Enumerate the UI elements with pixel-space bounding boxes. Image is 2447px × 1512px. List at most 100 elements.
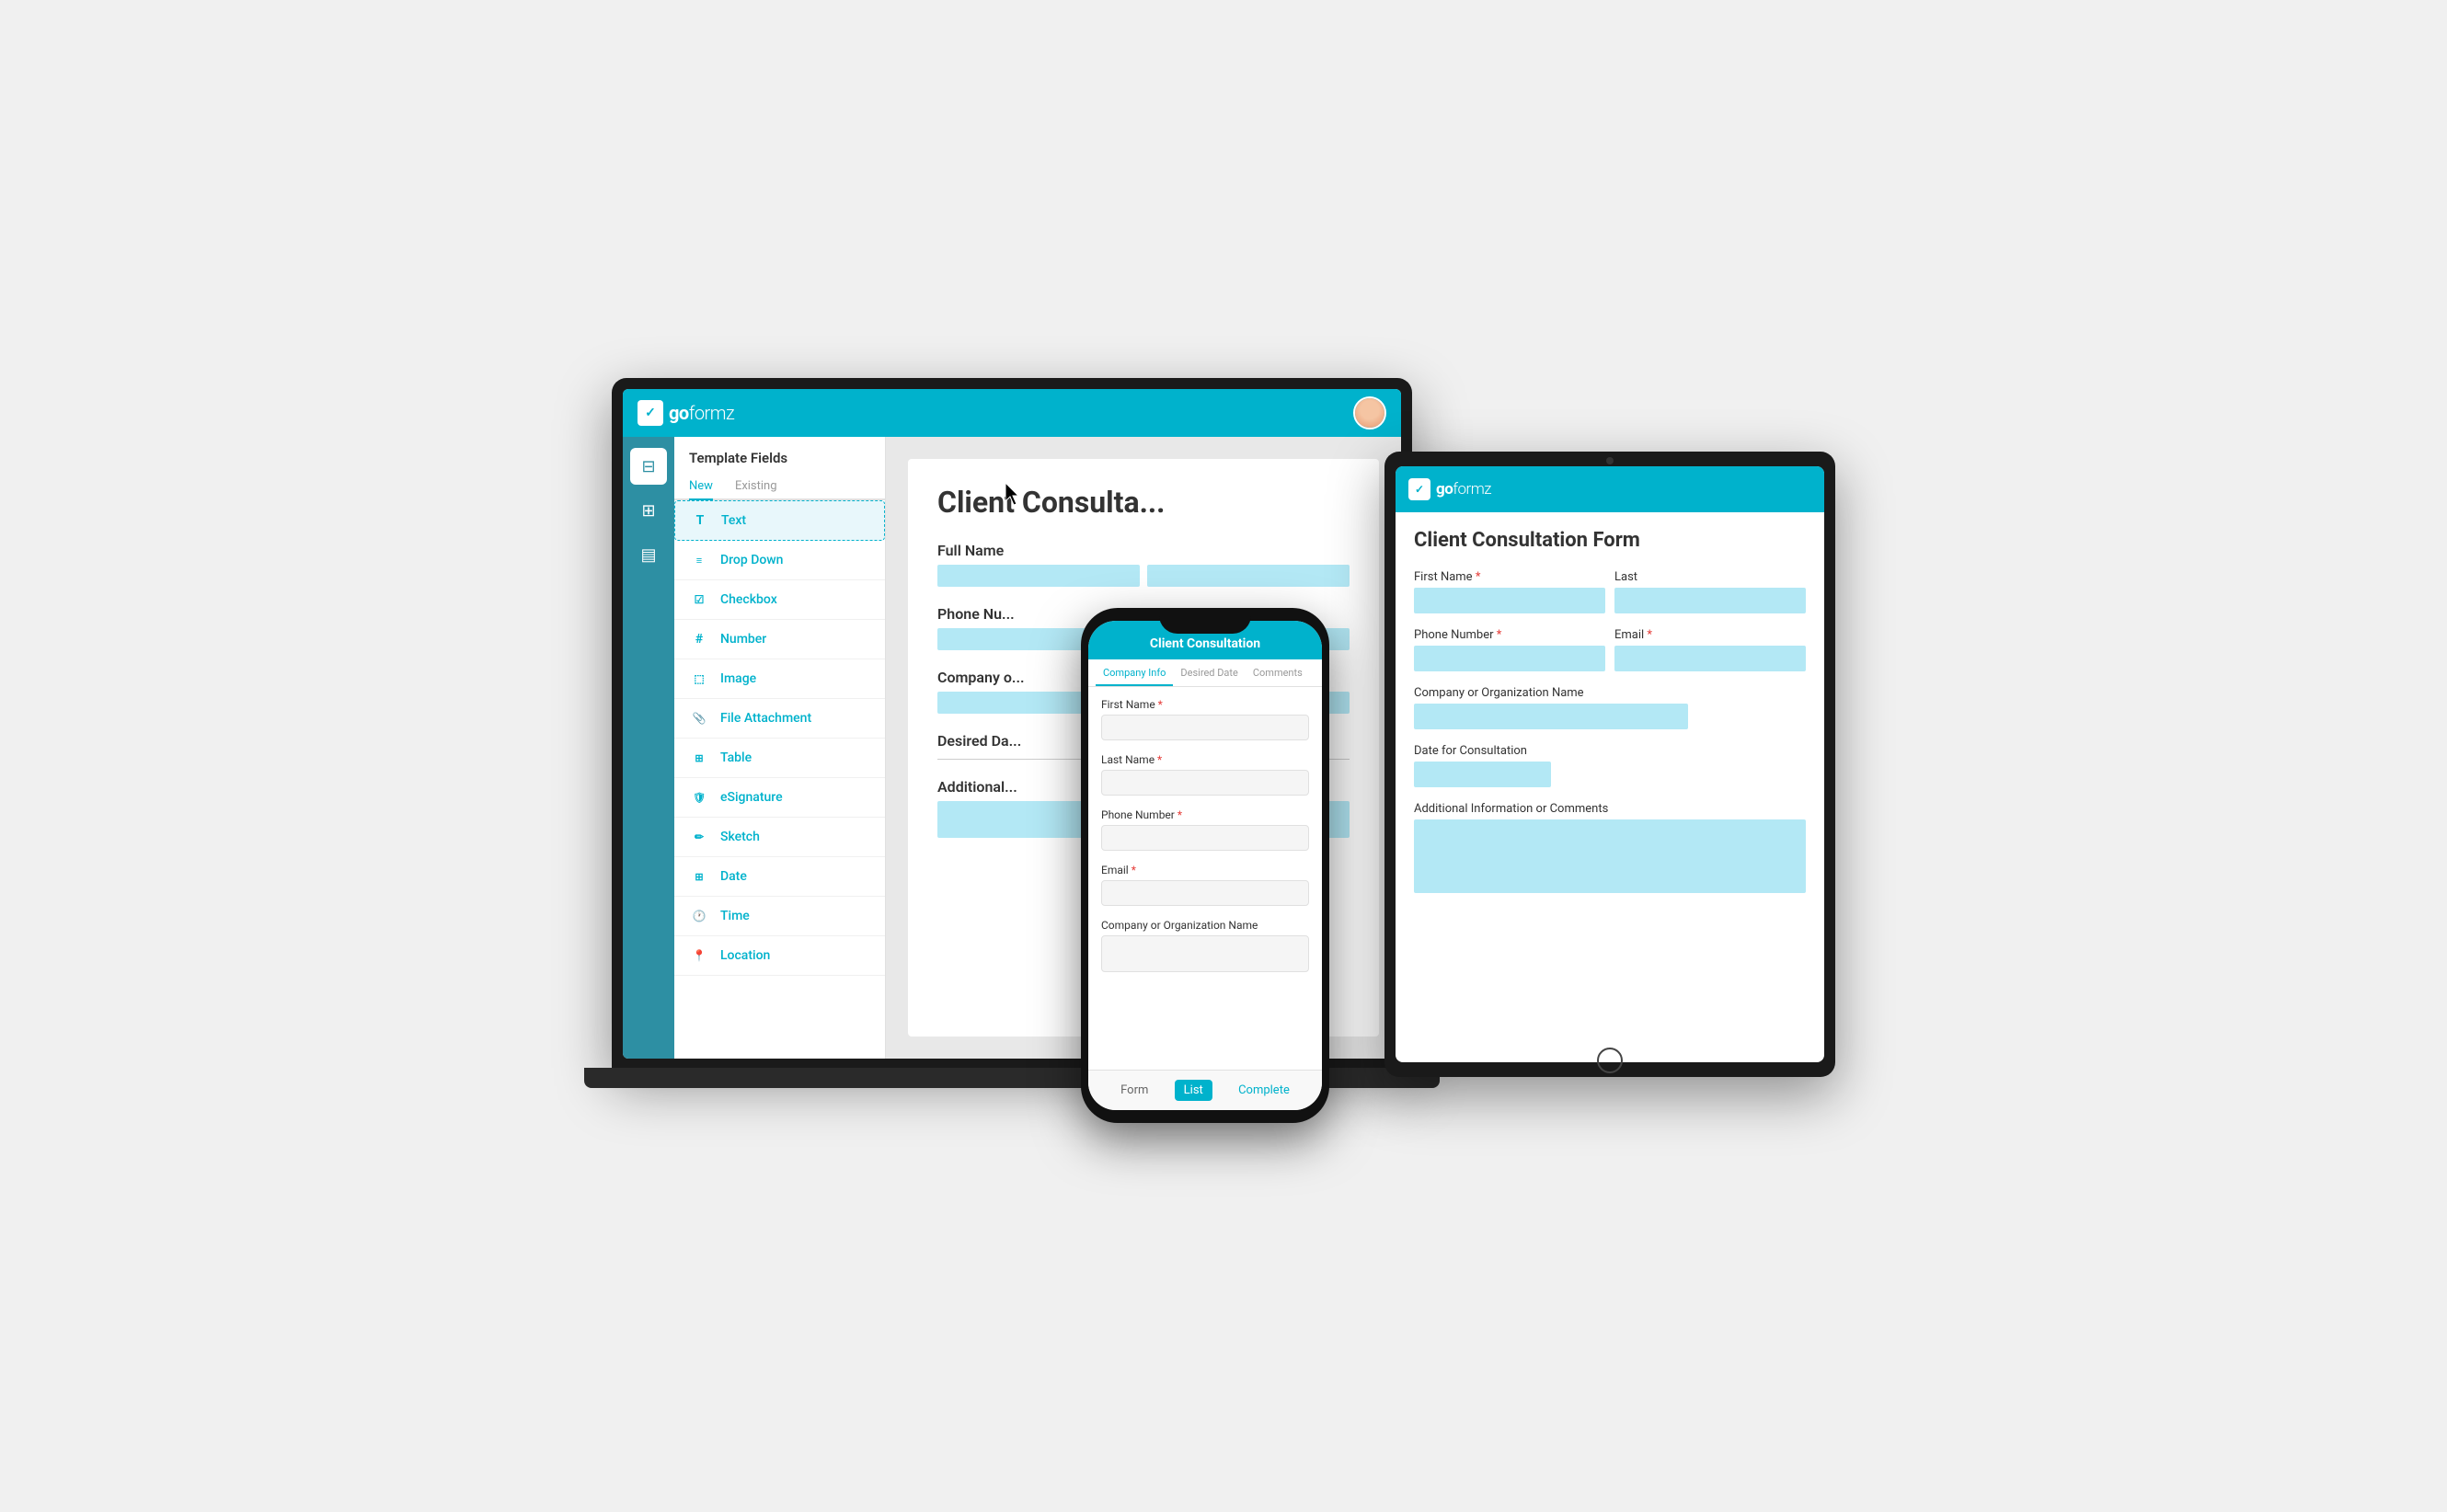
phone-field-lastname: Last Name * <box>1101 753 1309 796</box>
tablet-lastname-label: Last <box>1614 570 1806 584</box>
field-label-date: Date <box>720 869 747 884</box>
tablet-email-input[interactable] <box>1614 646 1806 671</box>
tablet-home[interactable] <box>1597 1048 1623 1073</box>
phone-form: First Name * Last Name * Phone Number * … <box>1088 687 1322 1070</box>
sidebar-icon-forms[interactable]: ⊟ <box>630 448 667 485</box>
field-label-dropdown: Drop Down <box>720 553 783 567</box>
list-button[interactable]: List <box>1175 1080 1212 1101</box>
phone-tab-company[interactable]: Company Info <box>1096 659 1173 686</box>
goformz-logo: ✓ goformz <box>638 400 734 426</box>
phone-screen: Client Consultation Company Info Desired… <box>1088 621 1322 1110</box>
phone-tab-date[interactable]: Desired Date <box>1173 659 1245 686</box>
logo-text: goformz <box>669 402 734 424</box>
tablet-field-email: Email * <box>1614 628 1806 671</box>
field-list: T Text ≡ Drop Down ☑ Checkbox # <box>674 500 885 1059</box>
tablet-field-company: Company or Organization Name <box>1414 686 1806 729</box>
lastname-label: Last Name * <box>1101 753 1309 766</box>
tablet-field-date: Date for Consultation <box>1414 744 1806 787</box>
location-icon: 📍 <box>689 945 709 966</box>
tablet-lastname-input[interactable] <box>1614 588 1806 613</box>
tablet-date-label: Date for Consultation <box>1414 744 1806 758</box>
field-item-esignature[interactable]: 🛡 eSignature <box>674 778 885 818</box>
tablet-logo-text: goformz <box>1436 480 1491 498</box>
field-label-location: Location <box>720 948 770 963</box>
field-item-checkbox[interactable]: ☑ Checkbox <box>674 580 885 620</box>
template-panel: Template Fields New Existing T Text ≡ <box>674 437 886 1059</box>
phonenumber-label: Phone Number * <box>1101 808 1309 821</box>
time-icon: 🕐 <box>689 906 709 926</box>
form-button[interactable]: Form <box>1111 1080 1157 1101</box>
tablet-date-input[interactable] <box>1414 762 1551 787</box>
avatar <box>1353 396 1386 430</box>
phone-field-email: Email * <box>1101 864 1309 906</box>
field-label-checkbox: Checkbox <box>720 592 777 607</box>
tablet-form: Client Consultation Form First Name * La… <box>1396 512 1824 1062</box>
field-item-sketch[interactable]: ✏ Sketch <box>674 818 885 857</box>
tab-new[interactable]: New <box>689 474 713 500</box>
tablet-firstname-input[interactable] <box>1414 588 1605 613</box>
field-label-image: Image <box>720 671 756 686</box>
tablet-firstname-label: First Name * <box>1414 570 1605 584</box>
firstname-label: First Name * <box>1101 698 1309 711</box>
phone-tab-comments[interactable]: Comments <box>1246 659 1310 686</box>
tablet-name-row: First Name * Last <box>1414 570 1806 628</box>
scene: ✓ goformz ⊟ ⊞ ▤ <box>612 378 1835 1134</box>
phone-field-phone: Phone Number * <box>1101 808 1309 851</box>
phonenumber-input[interactable] <box>1101 825 1309 851</box>
field-item-text[interactable]: T Text <box>674 500 885 541</box>
text-icon: T <box>690 510 710 531</box>
email-input[interactable] <box>1101 880 1309 906</box>
field-item-image[interactable]: ⬚ Image <box>674 659 885 699</box>
sketch-icon: ✏ <box>689 827 709 847</box>
phone-topbar-title: Client Consultation <box>1150 636 1260 651</box>
field-item-date[interactable]: ⊞ Date <box>674 857 885 897</box>
form-preview-title: Client Consulta... <box>937 485 1350 520</box>
tablet-company-input[interactable] <box>1414 704 1688 729</box>
panel-title: Template Fields <box>674 437 885 474</box>
date-icon: ⊞ <box>689 866 709 887</box>
tablet-comments-input[interactable] <box>1414 819 1806 893</box>
phone-field-company: Company or Organization Name <box>1101 919 1309 972</box>
tablet-company-label: Company or Organization Name <box>1414 686 1806 700</box>
field-item-table[interactable]: ⊞ Table <box>674 739 885 778</box>
fullname-label: Full Name <box>937 542 1350 559</box>
number-icon: # <box>689 629 709 649</box>
tablet-field-lastname: Last <box>1614 570 1806 613</box>
complete-button[interactable]: Complete <box>1229 1080 1299 1101</box>
field-label-file: File Attachment <box>720 711 811 726</box>
tablet-camera <box>1606 457 1614 464</box>
field-item-number[interactable]: # Number <box>674 620 885 659</box>
logo-icon: ✓ <box>638 400 663 426</box>
field-item-file[interactable]: 📎 File Attachment <box>674 699 885 739</box>
tablet-logo-icon: ✓ <box>1408 478 1430 500</box>
esignature-icon: 🛡 <box>689 787 709 808</box>
cursor <box>1005 483 1024 509</box>
field-item-location[interactable]: 📍 Location <box>674 936 885 976</box>
field-item-time[interactable]: 🕐 Time <box>674 897 885 936</box>
tab-existing[interactable]: Existing <box>735 474 777 500</box>
phone-device: Client Consultation Company Info Desired… <box>1081 608 1329 1123</box>
fullname-last-input[interactable] <box>1147 565 1350 587</box>
avatar-face <box>1355 398 1384 428</box>
fullname-first-input[interactable] <box>937 565 1140 587</box>
phone-notch <box>1159 608 1251 634</box>
companyorg-input[interactable] <box>1101 935 1309 972</box>
field-label-table: Table <box>720 750 752 765</box>
sidebar-icon-grid[interactable]: ⊞ <box>630 492 667 529</box>
field-label-esignature: eSignature <box>720 790 783 805</box>
tablet-logo: ✓ goformz <box>1408 478 1491 500</box>
form-field-fullname: Full Name <box>937 542 1350 587</box>
laptop-topbar: ✓ goformz <box>623 389 1401 437</box>
tablet-comments-label: Additional Information or Comments <box>1414 802 1806 816</box>
phone-field-firstname: First Name * <box>1101 698 1309 740</box>
field-label-text: Text <box>721 513 746 528</box>
field-item-dropdown[interactable]: ≡ Drop Down <box>674 541 885 580</box>
tablet-phone-input[interactable] <box>1414 646 1605 671</box>
field-label-time: Time <box>720 909 750 923</box>
lastname-input[interactable] <box>1101 770 1309 796</box>
phone-bottom-bar: Form List Complete <box>1088 1070 1322 1110</box>
firstname-input[interactable] <box>1101 715 1309 740</box>
sidebar-icon-layout[interactable]: ▤ <box>630 536 667 573</box>
checkbox-icon: ☑ <box>689 590 709 610</box>
field-label-sketch: Sketch <box>720 830 760 844</box>
